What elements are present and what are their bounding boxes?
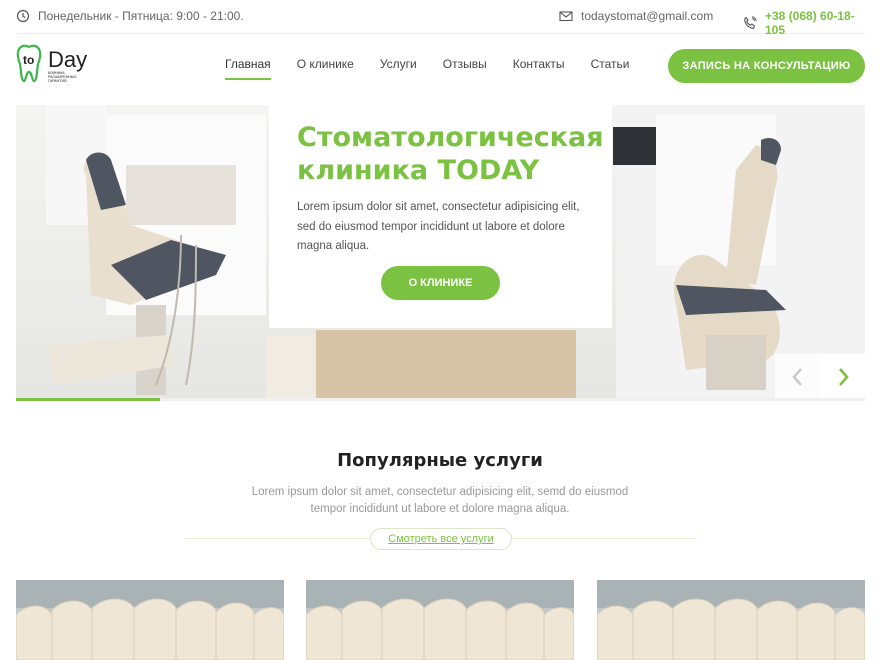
slider-progress-fill: [16, 398, 161, 401]
services-description: Lorem ipsum dolor sit amet, consectetur …: [251, 486, 629, 515]
about-clinic-button[interactable]: О КЛИНИКЕ: [381, 266, 500, 300]
svg-text:ГАРАНТИЙ: ГАРАНТИЙ: [48, 79, 67, 83]
service-card[interactable]: [16, 580, 284, 660]
logo-name-part: to: [23, 53, 34, 67]
phone-icon: [743, 16, 757, 30]
service-card[interactable]: [597, 580, 865, 660]
nav-item-articles[interactable]: Статьи: [591, 57, 630, 80]
nav-item-reviews[interactable]: Отзывы: [443, 57, 487, 80]
teeth-image: [306, 580, 574, 660]
hero-description: Lorem ipsum dolor sit amet, consectetur …: [297, 201, 580, 252]
nav-item-services[interactable]: Услуги: [380, 57, 417, 80]
services-title: Популярные услуги: [337, 450, 543, 471]
working-hours-text: Понедельник - Пятница: 9:00 - 21:00.: [38, 9, 244, 23]
teeth-image: [597, 580, 865, 660]
hero-slider: Стоматологическая клиника TODAY Lorem ip…: [16, 105, 865, 398]
chevron-left-icon: [791, 367, 802, 386]
nav-item-contacts[interactable]: Контакты: [513, 57, 565, 80]
slider-progress-bar: [16, 398, 865, 401]
service-card[interactable]: [306, 580, 574, 660]
phone-text[interactable]: +38 (068) 60-18-105: [765, 9, 865, 37]
chevron-right-icon: [838, 367, 849, 386]
site-logo[interactable]: to Day КЛИНИКА РАСШИРЕННЫХ ГАРАНТИЙ: [15, 43, 95, 89]
hero-title: Стоматологическая клиника TODAY: [297, 122, 604, 186]
nav-item-home[interactable]: Главная: [225, 57, 271, 80]
mail-icon: [559, 9, 573, 23]
clock-icon: [16, 9, 30, 23]
email-text[interactable]: todaystomat@gmail.com: [581, 9, 713, 23]
slider-next-button[interactable]: [820, 354, 865, 398]
main-nav: Главная О клинике Услуги Отзывы Контакты…: [225, 57, 655, 80]
top-bar: Понедельник - Пятница: 9:00 - 21:00. tod…: [16, 0, 865, 37]
consultation-button[interactable]: ЗАПИСЬ НА КОНСУЛЬТАЦИЮ: [668, 49, 865, 83]
slider-prev-button[interactable]: [775, 354, 820, 398]
working-hours: Понедельник - Пятница: 9:00 - 21:00.: [16, 9, 244, 23]
view-all-services-link[interactable]: Смотреть все услуги: [370, 528, 512, 550]
nav-item-about[interactable]: О клинике: [297, 57, 354, 80]
contact-email[interactable]: todaystomat@gmail.com: [559, 9, 713, 23]
hero-content-card: Стоматологическая клиника TODAY Lorem ip…: [269, 105, 612, 328]
teeth-image: [16, 580, 284, 660]
contact-phone[interactable]: +38 (068) 60-18-105: [743, 9, 865, 37]
logo-name-main: Day: [48, 47, 87, 72]
